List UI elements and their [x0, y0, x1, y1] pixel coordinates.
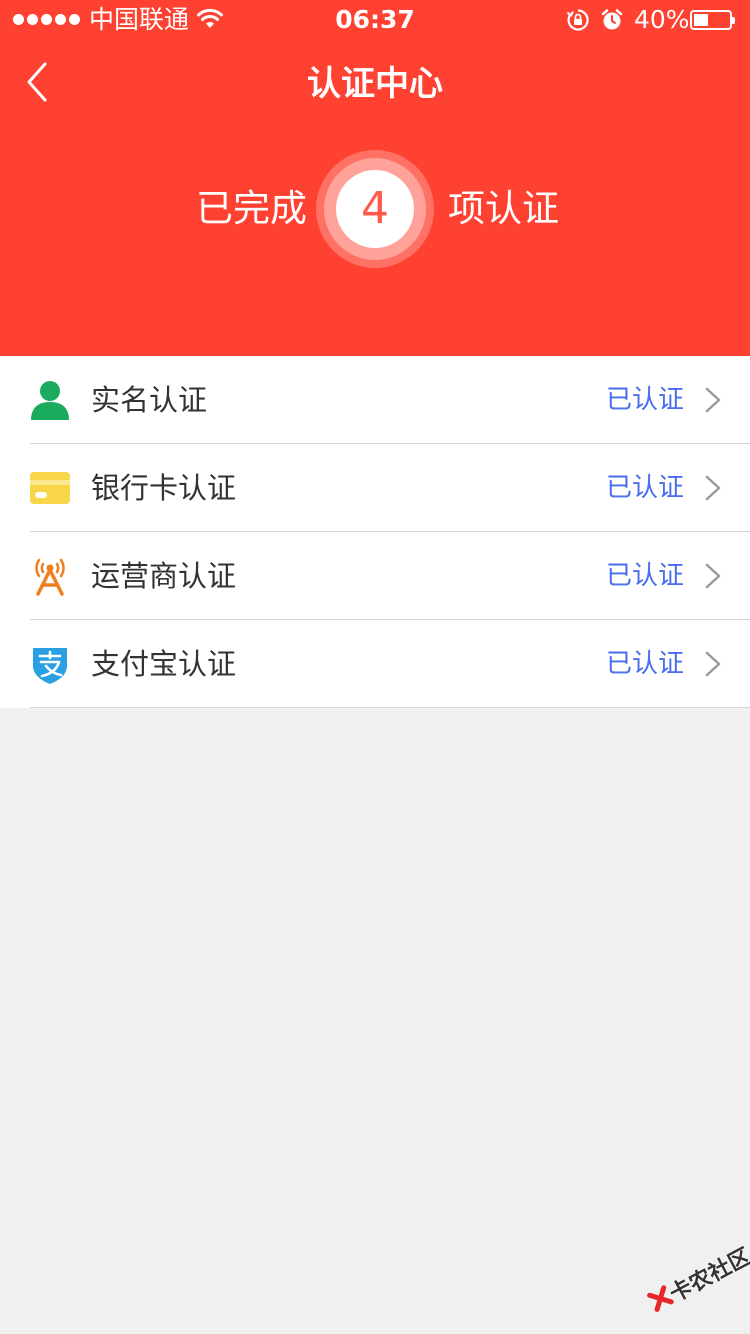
page-title: 认证中心 — [307, 64, 443, 104]
status-badge: 已认证 — [605, 561, 684, 591]
chevron-right-icon — [705, 387, 721, 413]
watermark-text: 卡农社区 — [665, 1244, 750, 1308]
list-item-alipay[interactable]: 支付宝认证 已认证 — [0, 620, 750, 708]
list-item-label: 运营商认证 — [91, 559, 237, 593]
alipay-shield-icon — [33, 648, 67, 684]
chevron-right-icon — [705, 563, 721, 589]
list-item-label: 支付宝认证 — [91, 647, 237, 681]
list-item-real-name[interactable]: 实名认证 已认证 — [0, 356, 750, 444]
status-bar: 中国联通 06:37 40% — [0, 0, 750, 40]
list-item-bank-card[interactable]: 银行卡认证 已认证 — [0, 444, 750, 532]
summary-suffix: 项认证 — [448, 187, 559, 230]
signal-tower-icon — [35, 558, 65, 596]
list-item-label: 实名认证 — [91, 383, 208, 417]
alarm-icon — [601, 9, 623, 30]
battery-icon — [690, 10, 735, 30]
divider — [30, 707, 750, 708]
completed-count-badge: 4 — [316, 150, 434, 268]
status-badge: 已认证 — [605, 473, 684, 503]
header: 中国联通 06:37 40% 认证中心 已完成 4 项认证 — [0, 0, 750, 356]
battery-percentage: 40% — [634, 5, 690, 34]
bank-card-icon — [30, 472, 70, 504]
summary-prefix: 已完成 — [196, 187, 307, 230]
chevron-right-icon — [705, 475, 721, 501]
status-badge: 已认证 — [605, 649, 684, 679]
completed-count: 4 — [336, 170, 414, 248]
status-badge: 已认证 — [605, 385, 684, 415]
verification-list: 实名认证 已认证 银行卡认证 已认证 运营商认证 已认证 支付宝认证 已认证 — [0, 356, 750, 708]
list-item-carrier[interactable]: 运营商认证 已认证 — [0, 532, 750, 620]
list-item-label: 银行卡认证 — [91, 471, 237, 505]
person-icon — [31, 381, 69, 420]
chevron-right-icon — [705, 651, 721, 677]
watermark: 卡农社区 — [640, 1238, 750, 1327]
rotation-lock-icon — [566, 9, 589, 31]
